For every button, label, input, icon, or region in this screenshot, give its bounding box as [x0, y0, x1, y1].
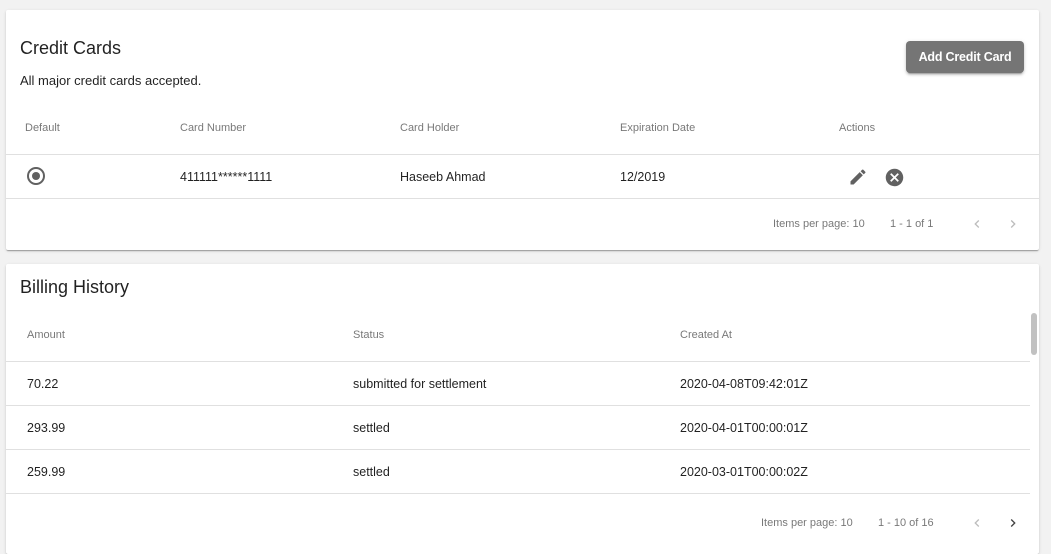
column-header-amount: Amount — [27, 329, 65, 341]
radio-selected-dot — [32, 172, 40, 180]
amount-cell: 293.99 — [27, 420, 66, 435]
status-cell: settled — [353, 464, 390, 479]
chevron-right-icon — [1010, 220, 1016, 228]
previous-page-button[interactable] — [966, 213, 988, 235]
credit-cards-subtitle: All major credit cards accepted. — [20, 73, 202, 88]
status-cell: settled — [353, 420, 390, 435]
previous-page-button[interactable] — [966, 512, 988, 534]
next-page-button[interactable] — [1002, 512, 1024, 534]
column-header-card-holder: Card Holder — [400, 122, 460, 134]
column-header-status: Status — [353, 329, 385, 341]
delete-card-button[interactable] — [882, 165, 906, 189]
range-label: 1 - 10 of 16 — [878, 517, 934, 529]
card-holder-cell: Haseeb Ahmad — [400, 169, 486, 184]
range-label: 1 - 1 of 1 — [890, 218, 934, 230]
table-row: 411111******1111 Haseeb Ahmad 12/2019 — [6, 155, 1039, 199]
billing-history-header-row: Amount Status Created At — [6, 317, 1030, 353]
pencil-icon — [850, 169, 866, 185]
chevron-left-icon — [974, 220, 980, 228]
table-row: 259.99 settled 2020-03-01T00:00:02Z — [6, 450, 1030, 494]
credit-cards-header-row: Default Card Number Card Holder Expirati… — [6, 110, 1039, 146]
items-per-page-label: Items per page: 10 — [761, 517, 853, 529]
amount-cell: 259.99 — [27, 464, 66, 479]
chevron-left-icon — [974, 519, 980, 527]
default-card-radio[interactable] — [27, 167, 45, 185]
column-header-card-number: Card Number — [180, 122, 247, 134]
table-row: 293.99 settled 2020-04-01T00:00:01Z — [6, 406, 1030, 450]
amount-cell: 70.22 — [27, 376, 59, 391]
table-row: 70.22 submitted for settlement 2020-04-0… — [6, 362, 1030, 406]
billing-history-card: Billing History Amount Status Created At… — [6, 264, 1039, 554]
credit-cards-paginator: Items per page: 10 1 - 1 of 1 — [6, 199, 1039, 249]
column-header-created-at: Created At — [680, 329, 732, 341]
column-header-actions: Actions — [839, 122, 876, 134]
items-per-page-label: Items per page: 10 — [773, 218, 865, 230]
add-credit-card-button[interactable]: Add Credit Card — [906, 41, 1024, 73]
next-page-button[interactable] — [1002, 213, 1024, 235]
created-at-cell: 2020-03-01T00:00:02Z — [680, 464, 808, 479]
billing-history-title: Billing History — [20, 277, 130, 297]
created-at-cell: 2020-04-08T09:42:01Z — [680, 376, 808, 391]
column-header-default: Default — [25, 122, 60, 134]
card-number-cell: 411111******1111 — [180, 169, 273, 184]
status-cell: submitted for settlement — [353, 376, 487, 391]
created-at-cell: 2020-04-01T00:00:01Z — [680, 420, 808, 435]
edit-card-button[interactable] — [846, 165, 870, 189]
chevron-right-icon — [1010, 519, 1016, 527]
column-header-expiration-date: Expiration Date — [620, 122, 696, 134]
credit-cards-card: Credit Cards All major credit cards acce… — [6, 10, 1039, 250]
credit-cards-title: Credit Cards — [20, 38, 122, 58]
table-scrollbar[interactable] — [1031, 313, 1037, 355]
cancel-circle-icon — [885, 168, 903, 186]
expiration-cell: 12/2019 — [620, 169, 666, 184]
billing-history-paginator: Items per page: 10 1 - 10 of 16 — [6, 498, 1039, 548]
